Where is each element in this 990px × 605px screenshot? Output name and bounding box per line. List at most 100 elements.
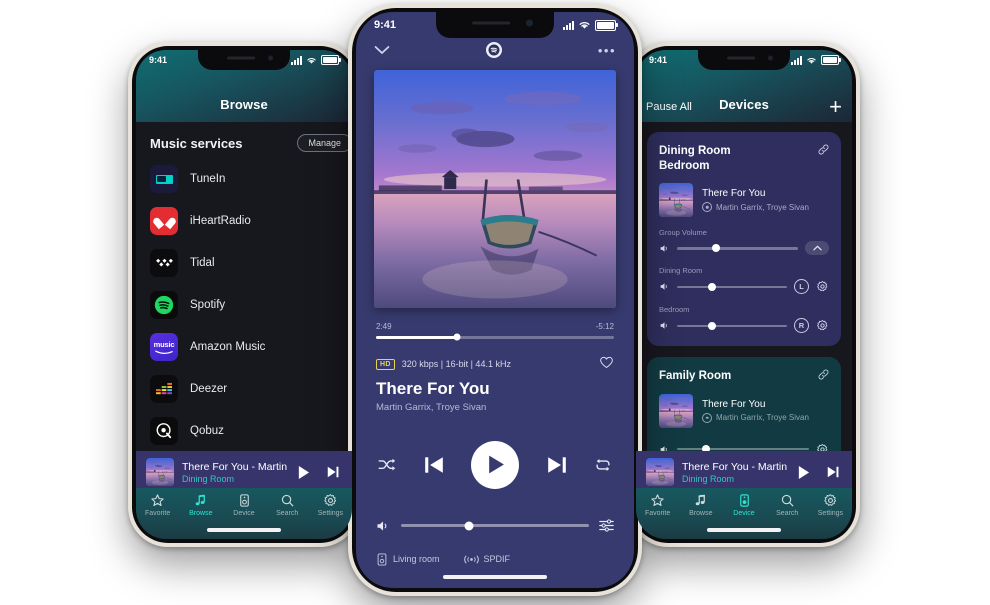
- search-icon: [281, 494, 294, 507]
- group-volume-row: [659, 241, 829, 256]
- channel-badge-left[interactable]: L: [794, 279, 809, 295]
- plus-icon[interactable]: +: [829, 96, 842, 118]
- album-art-thumbnail: [659, 394, 693, 428]
- service-label: iHeartRadio: [190, 215, 251, 227]
- speaker-icon: [739, 494, 749, 507]
- member-label: Dining Room: [659, 266, 703, 276]
- device-track-info: There For You Martin Garrix, Troye Sivan: [702, 399, 809, 423]
- link-icon[interactable]: [817, 368, 830, 381]
- volume-icon[interactable]: [659, 281, 670, 292]
- tab-settings[interactable]: Settings: [809, 493, 852, 517]
- device-volume-slider[interactable]: [677, 445, 809, 454]
- next-track-icon[interactable]: [546, 455, 568, 475]
- shuffle-icon[interactable]: [378, 457, 396, 473]
- music-note-icon: [695, 494, 706, 506]
- channel-badge-right[interactable]: R: [794, 318, 809, 334]
- heart-outline-icon[interactable]: [599, 355, 614, 374]
- list-item[interactable]: Qobuz: [150, 410, 352, 452]
- gear-icon[interactable]: [816, 319, 829, 332]
- left-phone-screen: 9:41 Browse Music services Manage TuneIn: [136, 50, 352, 539]
- tab-favorite[interactable]: Favorite: [136, 493, 179, 517]
- seek-knob[interactable]: [453, 333, 461, 341]
- list-item[interactable]: Tidal: [150, 242, 352, 284]
- member-volume-knob[interactable]: [708, 321, 717, 330]
- group-volume-knob[interactable]: [711, 244, 720, 253]
- front-camera: [768, 55, 774, 61]
- group-volume-slider[interactable]: [677, 244, 798, 253]
- tab-device[interactable]: Device: [222, 493, 265, 517]
- mini-player-controls: [297, 465, 342, 480]
- output-zone[interactable]: Living room: [376, 553, 440, 566]
- list-item[interactable]: TuneIn: [150, 158, 352, 200]
- member-volume-knob[interactable]: [708, 282, 717, 291]
- device-group-card[interactable]: Dining Room Bedroom There For You Martin…: [647, 132, 841, 347]
- queue-list-icon[interactable]: [599, 519, 614, 532]
- member-volume-slider[interactable]: [677, 321, 787, 330]
- progress-fill: [376, 336, 457, 339]
- tab-favorite[interactable]: Favorite: [636, 493, 679, 517]
- tab-search[interactable]: Search: [266, 493, 309, 517]
- track-title: There For You: [702, 398, 766, 410]
- list-item[interactable]: Deezer: [150, 368, 352, 410]
- previous-track-icon[interactable]: [423, 455, 445, 475]
- more-dots-icon[interactable]: •••: [598, 43, 616, 58]
- repeat-icon[interactable]: [594, 457, 612, 473]
- amazon-music-icon: music: [150, 333, 178, 361]
- service-label: Amazon Music: [190, 341, 266, 353]
- tab-label: Browse: [689, 510, 713, 517]
- mini-player[interactable]: There For You - Martin Dining Room: [636, 451, 852, 493]
- volume-knob[interactable]: [464, 521, 474, 530]
- service-label: Tidal: [190, 257, 215, 269]
- group-name-primary: Dining Room: [659, 145, 731, 157]
- collapse-group-button[interactable]: [805, 241, 829, 256]
- tab-device[interactable]: Device: [722, 493, 765, 517]
- tab-search[interactable]: Search: [766, 493, 809, 517]
- member-volume-slider[interactable]: [677, 282, 787, 291]
- volume-icon[interactable]: [659, 320, 670, 331]
- output-row: Living room SPDIF: [356, 553, 634, 566]
- list-item[interactable]: iHeartRadio: [150, 200, 352, 242]
- next-track-icon[interactable]: [326, 465, 340, 479]
- mini-player-text: There For You - Martin Dining Room: [682, 461, 789, 484]
- next-track-icon[interactable]: [826, 465, 840, 479]
- left-notch: [198, 50, 290, 70]
- tab-label: Browse: [189, 510, 213, 517]
- progress-times: 2:49 -5:12: [376, 322, 614, 331]
- tab-browse[interactable]: Browse: [679, 493, 722, 517]
- play-icon[interactable]: [797, 465, 810, 480]
- mini-player[interactable]: There For You - Martin Dining Room: [136, 451, 352, 493]
- volume-slider[interactable]: [401, 521, 589, 530]
- speaker-icon: [239, 494, 249, 507]
- volume-row: [356, 519, 634, 533]
- volume-icon[interactable]: [659, 243, 670, 254]
- section-title: Music services: [150, 135, 243, 151]
- play-button[interactable]: [471, 440, 519, 489]
- tab-label: Settings: [317, 510, 344, 517]
- track-artists: Martin Garrix, Troye Sivan: [376, 401, 487, 413]
- gear-icon[interactable]: [816, 280, 829, 293]
- volume-icon[interactable]: [376, 519, 391, 533]
- play-icon[interactable]: [297, 465, 310, 480]
- transport-controls: [356, 440, 634, 489]
- tab-settings[interactable]: Settings: [309, 493, 352, 517]
- music-services-section-header: Music services Manage: [136, 122, 352, 158]
- center-phone-screen: 9:41 ••• 2:49 -5:12 HD 320 kbps | 16-bit…: [356, 12, 634, 588]
- tab-browse[interactable]: Browse: [179, 493, 222, 517]
- elapsed-time: 2:49: [376, 322, 392, 331]
- right-notch: [698, 50, 790, 70]
- output-input[interactable]: SPDIF: [463, 554, 510, 565]
- search-icon: [781, 494, 794, 507]
- mini-player-title: There For You - Martin: [182, 460, 288, 473]
- center-notch: [436, 12, 554, 38]
- page-title: Devices: [719, 97, 769, 112]
- seek-slider[interactable]: [376, 333, 614, 341]
- tab-label: Favorite: [144, 510, 171, 517]
- link-icon[interactable]: [817, 143, 830, 156]
- track-title: There For You: [702, 188, 766, 200]
- chevron-down-icon[interactable]: [374, 45, 390, 55]
- album-art-thumbnail: [646, 458, 674, 486]
- mini-player-text: There For You - Martin Dining Room: [182, 461, 289, 484]
- list-item[interactable]: music Amazon Music: [150, 326, 352, 368]
- list-item[interactable]: Spotify: [150, 284, 352, 326]
- manage-button[interactable]: Manage: [297, 134, 352, 152]
